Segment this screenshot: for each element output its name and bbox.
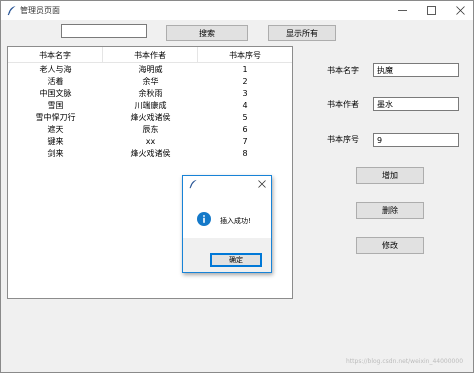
column-header-book-author[interactable]: 书本作者 [103, 47, 198, 63]
cell-book-author: 烽火戏诸侯 [130, 149, 171, 158]
cell-book-author: xx [145, 137, 156, 146]
cell-book-name: 雪国 [47, 101, 64, 110]
cell-book-name: 老人与海 [39, 65, 72, 74]
book-author-label: 书本作者 [327, 100, 359, 109]
table-row[interactable]: 活着 余华 2 [8, 76, 292, 88]
table-row[interactable]: 遮天 辰东 6 [8, 124, 292, 136]
title-bar[interactable]: 管理员页面 [1, 1, 473, 20]
book-author-field[interactable] [373, 97, 459, 111]
cell-book-author: 海明威 [138, 65, 163, 74]
cell-book-author: 烽火戏诸侯 [130, 113, 171, 122]
cell-book-number: 1 [242, 65, 248, 74]
minimize-icon [397, 10, 407, 11]
dialog-message: 插入成功! [220, 217, 251, 225]
cell-book-author: 余秋雨 [138, 89, 163, 98]
cell-book-author: 余华 [142, 77, 159, 86]
cell-book-name: 剑来 [47, 149, 64, 158]
table-row[interactable]: 雪国 川端康成 4 [8, 100, 292, 112]
watermark-text: https://blog.csdn.net/weixin_44000000 [346, 358, 464, 365]
close-icon [455, 6, 465, 15]
info-icon [197, 212, 211, 226]
table-row[interactable]: 雪中悍刀行 烽火戏诸侯 5 [8, 112, 292, 124]
ok-button[interactable]: 确定 [210, 253, 262, 267]
edit-button[interactable]: 修改 [356, 237, 424, 254]
book-number-field[interactable] [373, 133, 459, 147]
dialog-body: 插入成功! [183, 192, 271, 238]
cell-book-name: 中国文脉 [39, 89, 72, 98]
cell-book-name: 雪中悍刀行 [35, 113, 76, 122]
cell-book-name: 遮天 [47, 125, 64, 134]
dialog-footer: 确定 [183, 238, 271, 272]
cell-book-number: 7 [242, 137, 248, 146]
book-number-label: 书本序号 [327, 135, 359, 144]
maximize-icon [426, 6, 436, 15]
table-row[interactable]: 键来 xx 7 [8, 136, 292, 148]
book-name-field[interactable] [373, 63, 459, 77]
cell-book-name: 活着 [47, 77, 64, 86]
window-title: 管理员页面 [20, 6, 60, 15]
cell-book-author: 辰东 [142, 125, 159, 134]
close-button[interactable] [447, 1, 473, 20]
cell-book-number: 5 [242, 113, 248, 122]
dialog-title-bar[interactable] [183, 176, 271, 192]
search-input[interactable] [61, 24, 147, 38]
feather-icon [7, 6, 16, 16]
close-icon [258, 180, 266, 188]
cell-book-number: 8 [242, 149, 248, 158]
table-header: 书本名字 书本作者 书本序号 [8, 47, 292, 63]
table-row[interactable]: 剑来 烽火戏诸侯 8 [8, 148, 292, 160]
admin-window: 管理员页面 搜索 显示所有 书本名字 书本作者 书本序号 老人与海 海明威 1 … [0, 0, 474, 373]
cell-book-number: 4 [242, 101, 248, 110]
minimize-button[interactable] [389, 1, 415, 20]
table-row[interactable]: 老人与海 海明威 1 [8, 64, 292, 76]
cell-book-name: 键来 [47, 137, 64, 146]
table-body: 老人与海 海明威 1 活着 余华 2 中国文脉 余秋雨 3 雪国 川端康成 4 … [8, 64, 292, 160]
show-all-button[interactable]: 显示所有 [268, 25, 336, 41]
dialog-close-button[interactable] [253, 176, 271, 192]
cell-book-number: 2 [242, 77, 248, 86]
maximize-button[interactable] [418, 1, 444, 20]
table-row[interactable]: 中国文脉 余秋雨 3 [8, 88, 292, 100]
search-button[interactable]: 搜索 [166, 25, 248, 41]
cell-book-author: 川端康成 [134, 101, 167, 110]
feather-icon [189, 179, 197, 189]
column-header-book-number[interactable]: 书本序号 [198, 47, 292, 63]
cell-book-number: 6 [242, 125, 248, 134]
add-button[interactable]: 增加 [356, 167, 424, 184]
book-name-label: 书本名字 [327, 66, 359, 75]
column-header-book-name[interactable]: 书本名字 [8, 47, 103, 63]
cell-book-number: 3 [242, 89, 248, 98]
delete-button[interactable]: 删除 [356, 202, 424, 219]
message-dialog: 插入成功! 确定 [182, 175, 272, 273]
